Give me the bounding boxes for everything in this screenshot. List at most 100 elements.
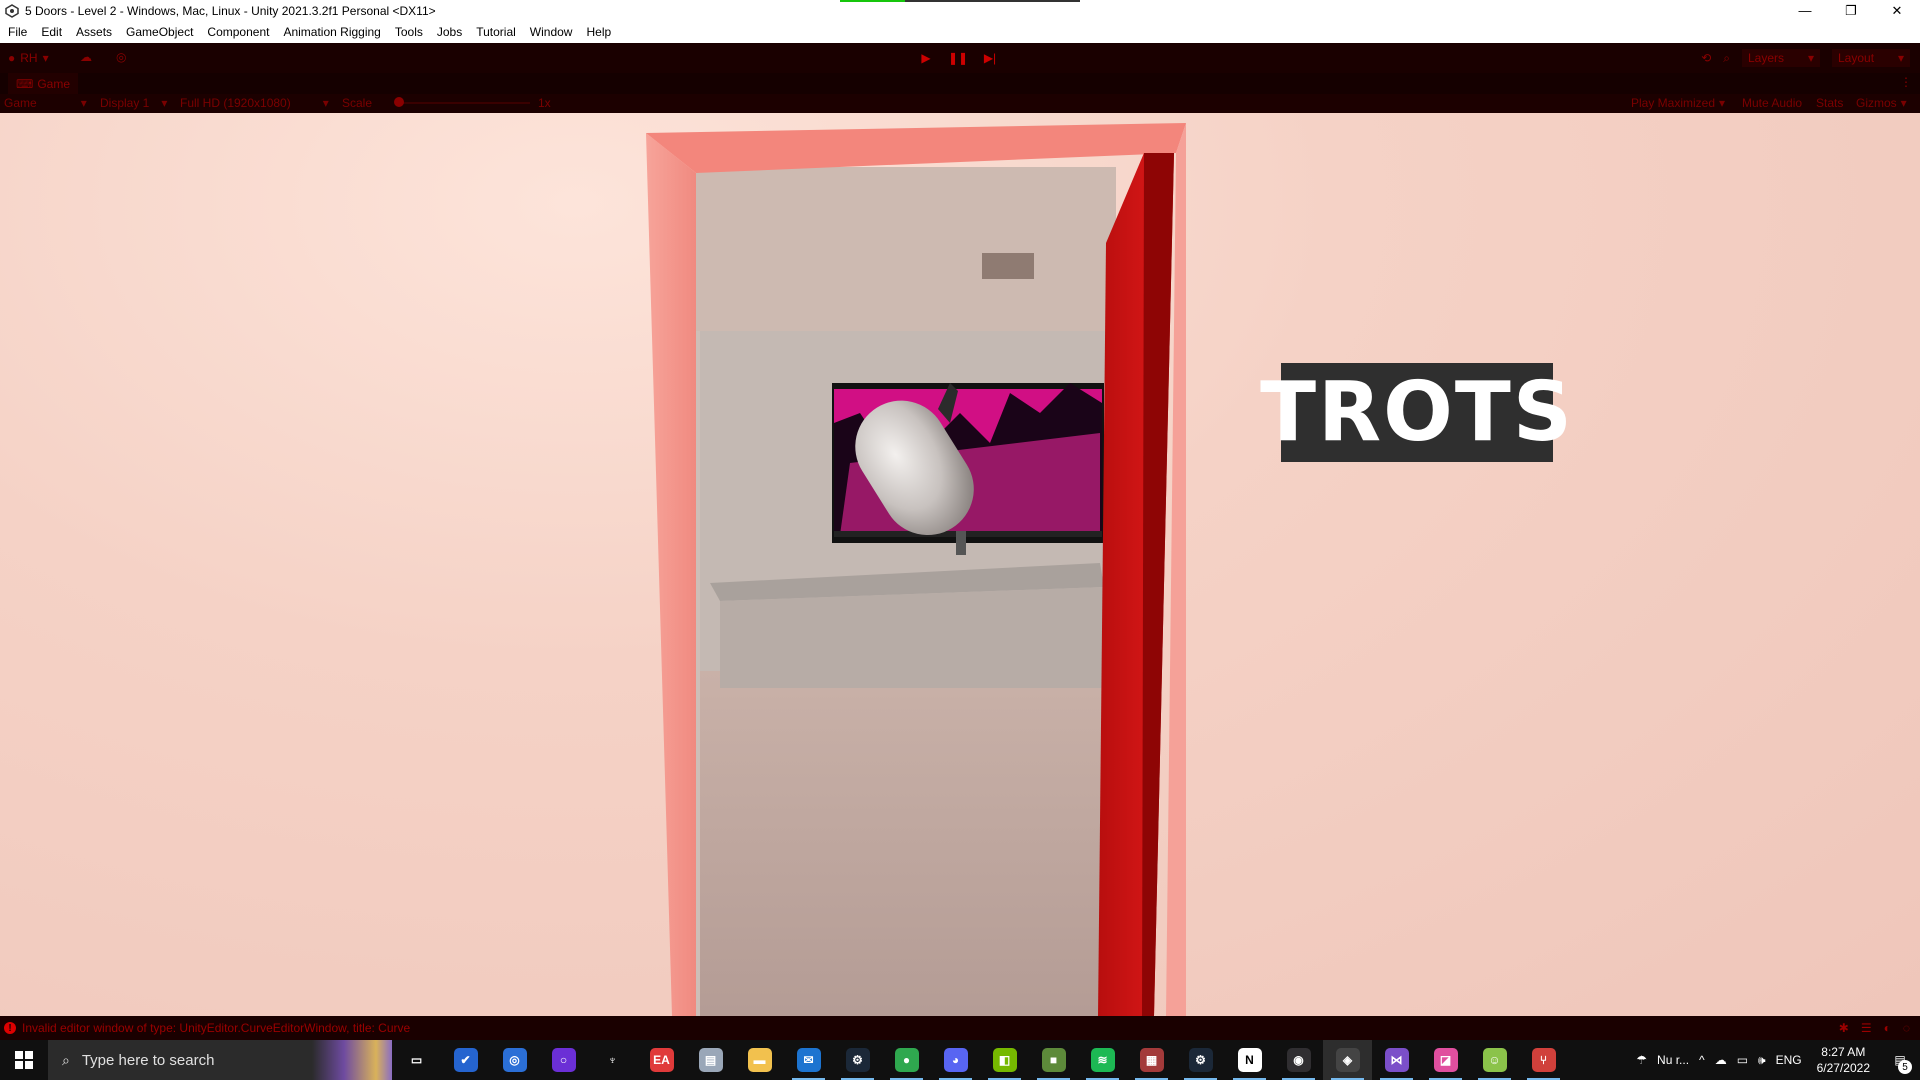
clock-date: 6/27/2022 — [1816, 1061, 1870, 1075]
stats-toggle[interactable]: Stats — [1816, 96, 1843, 110]
menu-help[interactable]: Help — [578, 25, 617, 39]
chevron-down-icon: ▾ — [1807, 51, 1814, 65]
todo-icon: ✔ — [453, 1048, 478, 1072]
taskbar-app-discord[interactable]: ◕ — [931, 1040, 980, 1080]
weather-text[interactable]: Nu r... — [1652, 1053, 1694, 1067]
menu-tools[interactable]: Tools — [387, 25, 429, 39]
search-highlight-image — [312, 1040, 392, 1080]
play-button[interactable]: ▶ — [912, 49, 940, 67]
taskbar-app-todo[interactable]: ✔ — [441, 1040, 490, 1080]
start-button[interactable] — [0, 1040, 48, 1080]
chevron-down-icon: ▾ — [1900, 96, 1907, 110]
minimize-icon[interactable]: — — [1782, 0, 1828, 21]
restore-icon[interactable]: ❐ — [1828, 0, 1874, 21]
unity-logo-icon — [5, 3, 19, 18]
collab-icon[interactable]: ◎ — [116, 50, 126, 64]
display-label: Display 1 — [100, 96, 150, 110]
taskbar-app-task-view[interactable]: ▭ — [392, 1040, 441, 1080]
layout-label: Layout — [1838, 51, 1875, 65]
search-icon[interactable]: ⌕ — [1723, 51, 1730, 66]
menu-animation-rigging[interactable]: Animation Rigging — [275, 25, 386, 39]
notification-center-button[interactable]: ▤ 5 — [1880, 1040, 1920, 1080]
taskbar-app-mail[interactable]: ✉ — [784, 1040, 833, 1080]
taskbar-app-obs[interactable]: ◉ — [1274, 1040, 1323, 1080]
title-bar: 5 Doors - Level 2 - Windows, Mac, Linux … — [0, 0, 1920, 21]
menu-file[interactable]: File — [0, 25, 33, 39]
close-icon[interactable]: ✕ — [1874, 0, 1920, 21]
console-status-bar[interactable]: ! Invalid editor window of type: UnityEd… — [0, 1016, 1920, 1040]
taskbar-app-spotify[interactable]: ≋ — [1078, 1040, 1127, 1080]
language-indicator[interactable]: ENG — [1771, 1053, 1807, 1067]
clock[interactable]: 8:27 AM 6/27/2022 — [1807, 1044, 1880, 1076]
menu-assets[interactable]: Assets — [68, 25, 118, 39]
taskbar-app-winrar[interactable]: ▦ — [1127, 1040, 1176, 1080]
bug-icon[interactable]: ✱ — [1839, 1021, 1849, 1035]
taskbar-app-steam-2[interactable]: ⚙ — [1176, 1040, 1225, 1080]
taskbar-app-cortana[interactable]: ○ — [539, 1040, 588, 1080]
game-tab-strip: ⌨ Game ⋮ — [0, 73, 1920, 94]
cloud-icon[interactable]: ☁ — [80, 50, 92, 64]
taskbar-app-nvidia[interactable]: ◧ — [980, 1040, 1029, 1080]
steam-icon: ⚙ — [845, 1048, 870, 1072]
taskbar-app-git[interactable]: ⑂ — [1519, 1040, 1568, 1080]
pause-button[interactable]: ❚❚ — [944, 49, 972, 67]
onedrive-icon[interactable]: ☁ — [1710, 1053, 1732, 1067]
play-icon: ▶ — [921, 51, 931, 65]
taskbar-app-ubisoft[interactable]: ◎ — [490, 1040, 539, 1080]
mute-audio-toggle[interactable]: Mute Audio — [1742, 96, 1802, 110]
taskbar-app-visual-studio[interactable]: ⋈ — [1372, 1040, 1421, 1080]
history-icon[interactable]: ⟲ — [1701, 51, 1711, 65]
taskbar-app-ea[interactable]: EA — [637, 1040, 686, 1080]
settings-icon[interactable]: ◌ — [1903, 1021, 1910, 1035]
layout-dropdown[interactable]: Layout ▾ — [1832, 49, 1910, 67]
more-options-icon[interactable]: ⋮ — [1900, 75, 1912, 89]
menu-gameobject[interactable]: GameObject — [118, 25, 199, 39]
main-toolbar: ● RH ▾ ☁ ◎ ▶ ❚❚ ▶| ⟲ ⌕ Layers ▾ Layout ▾ — [0, 43, 1920, 73]
taskbar-app-folder[interactable]: ▬ — [735, 1040, 784, 1080]
visual-studio-icon: ⋈ — [1384, 1048, 1409, 1072]
taskbar-search[interactable]: ⌕ Type here to search — [48, 1040, 392, 1080]
taskbar-app-skyrim[interactable]: ♆ — [588, 1040, 637, 1080]
skyrim-icon: ♆ — [600, 1048, 625, 1072]
trots-sign: TROTS — [1260, 363, 1574, 462]
menu-jobs[interactable]: Jobs — [429, 25, 468, 39]
taskbar-app-explorer-files[interactable]: ▤ — [686, 1040, 735, 1080]
layers-dropdown[interactable]: Layers ▾ — [1742, 49, 1820, 67]
game-mode-dropdown[interactable]: Game ▾ — [4, 96, 87, 110]
play-maximized-dropdown[interactable]: Play Maximized ▾ — [1631, 96, 1725, 110]
gizmos-dropdown[interactable]: Gizmos ▾ — [1856, 96, 1907, 110]
chevron-up-icon[interactable]: ^ — [1694, 1053, 1710, 1067]
scale-slider-track[interactable] — [400, 102, 530, 104]
game-viewport[interactable]: TROTS — [0, 113, 1920, 1016]
winrar-icon: ▦ — [1139, 1048, 1164, 1072]
cloud-sync-icon[interactable]: ◐ — [1884, 1021, 1891, 1035]
git-icon: ⑂ — [1531, 1048, 1556, 1072]
taskbar-app-chrome[interactable]: ● — [882, 1040, 931, 1080]
display-dropdown[interactable]: Display 1 ▾ — [100, 96, 167, 110]
taskbar-app-android[interactable]: ☺ — [1470, 1040, 1519, 1080]
menu-edit[interactable]: Edit — [33, 25, 68, 39]
notification-count: 5 — [1898, 1060, 1912, 1074]
progress-icon[interactable]: ☰ — [1861, 1021, 1872, 1035]
system-tray: ☂ Nu r... ^ ☁ ▭ 🕪 ENG 8:27 AM 6/27/2022 … — [1631, 1040, 1920, 1080]
taskbar-app-paint[interactable]: ◪ — [1421, 1040, 1470, 1080]
paint-icon: ◪ — [1433, 1048, 1458, 1072]
network-icon[interactable]: ▭ — [1732, 1053, 1753, 1067]
menu-component[interactable]: Component — [199, 25, 275, 39]
taskbar-app-steam[interactable]: ⚙ — [833, 1040, 882, 1080]
scale-slider-thumb[interactable] — [394, 97, 404, 107]
volume-icon[interactable]: 🕪 — [1753, 1053, 1771, 1068]
scale-value: 1x — [538, 96, 551, 110]
resolution-dropdown[interactable]: Full HD (1920x1080) ▾ — [180, 96, 329, 110]
menu-tutorial[interactable]: Tutorial — [468, 25, 522, 39]
taskbar-app-minecraft[interactable]: ■ — [1029, 1040, 1078, 1080]
game-mode-label: Game — [4, 96, 37, 110]
taskbar-app-notion[interactable]: N — [1225, 1040, 1274, 1080]
step-button[interactable]: ▶| — [976, 49, 1004, 67]
taskbar-app-unity[interactable]: ◈ — [1323, 1040, 1372, 1080]
tab-game[interactable]: ⌨ Game — [8, 73, 79, 94]
account-dropdown[interactable]: ● RH ▾ — [8, 50, 49, 66]
menu-window[interactable]: Window — [522, 25, 579, 39]
gizmos-label: Gizmos — [1856, 96, 1897, 110]
weather-icon[interactable]: ☂ — [1631, 1053, 1652, 1067]
